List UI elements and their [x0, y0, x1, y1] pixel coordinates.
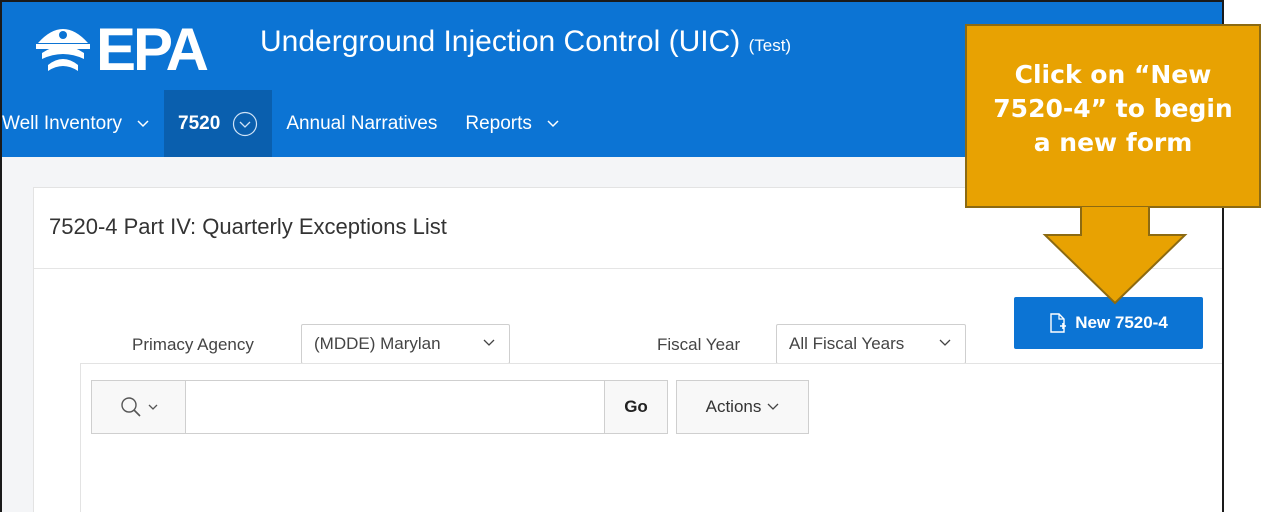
nav-item-annual-narratives[interactable]: Annual Narratives [272, 90, 451, 157]
nav-item-7520[interactable]: 7520 [164, 90, 273, 157]
callout-text: Click on “New 7520-4” to begin a new for… [968, 58, 1258, 160]
nav-item-label: Well Inventory [2, 112, 123, 134]
primacy-agency-label: Primacy Agency [132, 335, 254, 354]
fiscal-year-select[interactable]: All Fiscal Years [776, 324, 966, 364]
app-title-text: Underground Injection Control (UIC) [260, 25, 741, 58]
chevron-down-icon [767, 403, 779, 410]
search-input[interactable] [185, 380, 605, 434]
environment-label: (Test) [748, 36, 792, 55]
chevron-down-icon [148, 404, 157, 410]
search-icon [120, 397, 141, 417]
epa-logo[interactable]: EPA [34, 16, 209, 83]
report-toolbar: Go Actions [80, 363, 1222, 512]
logo-text: EPA [96, 16, 209, 83]
callout-line: Click on “New [1014, 60, 1212, 89]
app-title: Underground Injection Control (UIC) (Tes… [260, 24, 791, 64]
page-title: 7520-4 Part IV: Quarterly Exceptions Lis… [49, 214, 447, 239]
nav-item-label: Reports [465, 112, 532, 134]
nav-item-reports[interactable]: Reports [451, 90, 574, 157]
new-document-icon [1050, 313, 1067, 333]
chevron-down-icon [137, 119, 149, 127]
nav-item-well-inventory[interactable]: Well Inventory [2, 90, 164, 157]
go-button[interactable]: Go [604, 380, 668, 434]
main-nav: Well Inventory 7520 Annual Narratives Re… [2, 90, 574, 157]
chevron-down-icon [939, 339, 951, 346]
fiscal-year-label: Fiscal Year [657, 335, 741, 354]
actions-label: Actions [705, 397, 762, 416]
primacy-agency-select[interactable]: (MDDE) Marylan [301, 324, 510, 364]
fiscal-year-value: All Fiscal Years [789, 334, 905, 353]
chevron-down-icon [547, 119, 559, 127]
circle-chevron-down-icon[interactable] [232, 111, 258, 137]
actions-menu-button[interactable]: Actions [676, 380, 809, 434]
callout-arrow [1042, 207, 1188, 305]
search-column-button[interactable] [91, 380, 185, 434]
callout-line: a new form [1033, 128, 1193, 157]
chevron-down-icon [483, 339, 495, 346]
callout-line: 7520-4” to begin [993, 94, 1233, 123]
new-button-label: New 7520-4 [1075, 313, 1168, 332]
nav-item-label: 7520 [178, 112, 221, 134]
nav-item-label: Annual Narratives [286, 112, 438, 134]
epa-flower-icon [36, 29, 90, 71]
primacy-agency-value: (MDDE) Marylan [314, 334, 441, 353]
